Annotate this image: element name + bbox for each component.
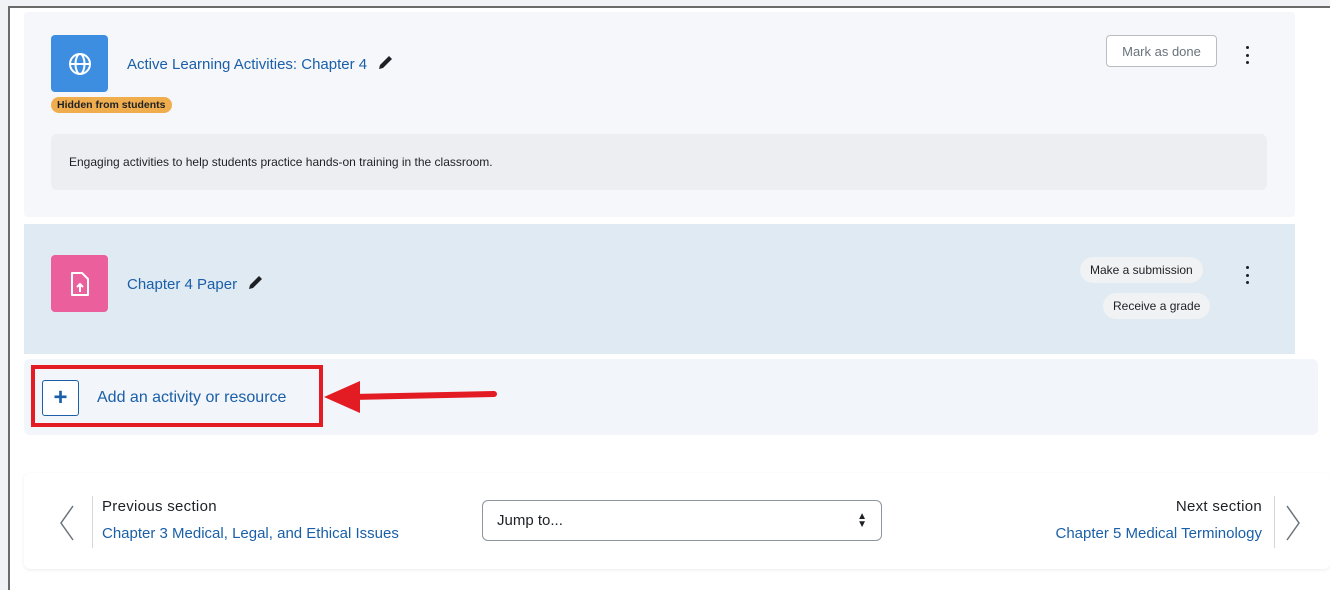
divider (92, 496, 93, 548)
kebab-menu-icon[interactable] (1242, 46, 1252, 64)
select-caret-icon: ▲ ▼ (857, 510, 867, 530)
pencil-icon[interactable] (247, 274, 264, 295)
hidden-badge: Hidden from students (51, 97, 172, 113)
requirement-receive-grade: Receive a grade (1103, 293, 1211, 319)
jump-to-select[interactable]: Jump to... ▲ ▼ (482, 500, 882, 541)
previous-section-link[interactable]: Chapter 3 Medical, Legal, and Ethical Is… (102, 525, 399, 542)
next-section-label: Next section (1175, 498, 1262, 515)
next-section-link[interactable]: Chapter 5 Medical Terminology (1056, 525, 1263, 542)
add-activity-label: Add an activity or resource (97, 389, 287, 406)
assignment-upload-icon (51, 255, 108, 312)
activity-description: Engaging activities to help students pra… (51, 134, 1267, 190)
pencil-icon[interactable] (377, 54, 394, 75)
jump-to-value: Jump to... (497, 512, 563, 529)
mark-as-done-button[interactable]: Mark as done (1106, 35, 1217, 67)
kebab-menu-icon[interactable] (1242, 266, 1252, 284)
highlight-arrow-icon (324, 381, 497, 413)
add-activity-button[interactable]: + Add an activity or resource (42, 380, 286, 416)
requirement-make-submission: Make a submission (1080, 257, 1203, 283)
activity-title: Chapter 4 Paper (127, 276, 238, 293)
chevron-left-icon[interactable] (58, 503, 76, 543)
activity-link-active-learning[interactable]: Active Learning Activities: Chapter 4 (127, 54, 394, 75)
activity-link-chapter-4-paper[interactable]: Chapter 4 Paper (127, 274, 264, 295)
globe-icon (51, 35, 108, 92)
description-text: Engaging activities to help students pra… (69, 155, 493, 169)
divider (1274, 496, 1275, 548)
activity-title: Active Learning Activities: Chapter 4 (127, 56, 368, 73)
previous-section-label: Previous section (102, 498, 217, 515)
plus-icon[interactable]: + (42, 380, 79, 416)
chevron-right-icon[interactable] (1284, 503, 1302, 543)
